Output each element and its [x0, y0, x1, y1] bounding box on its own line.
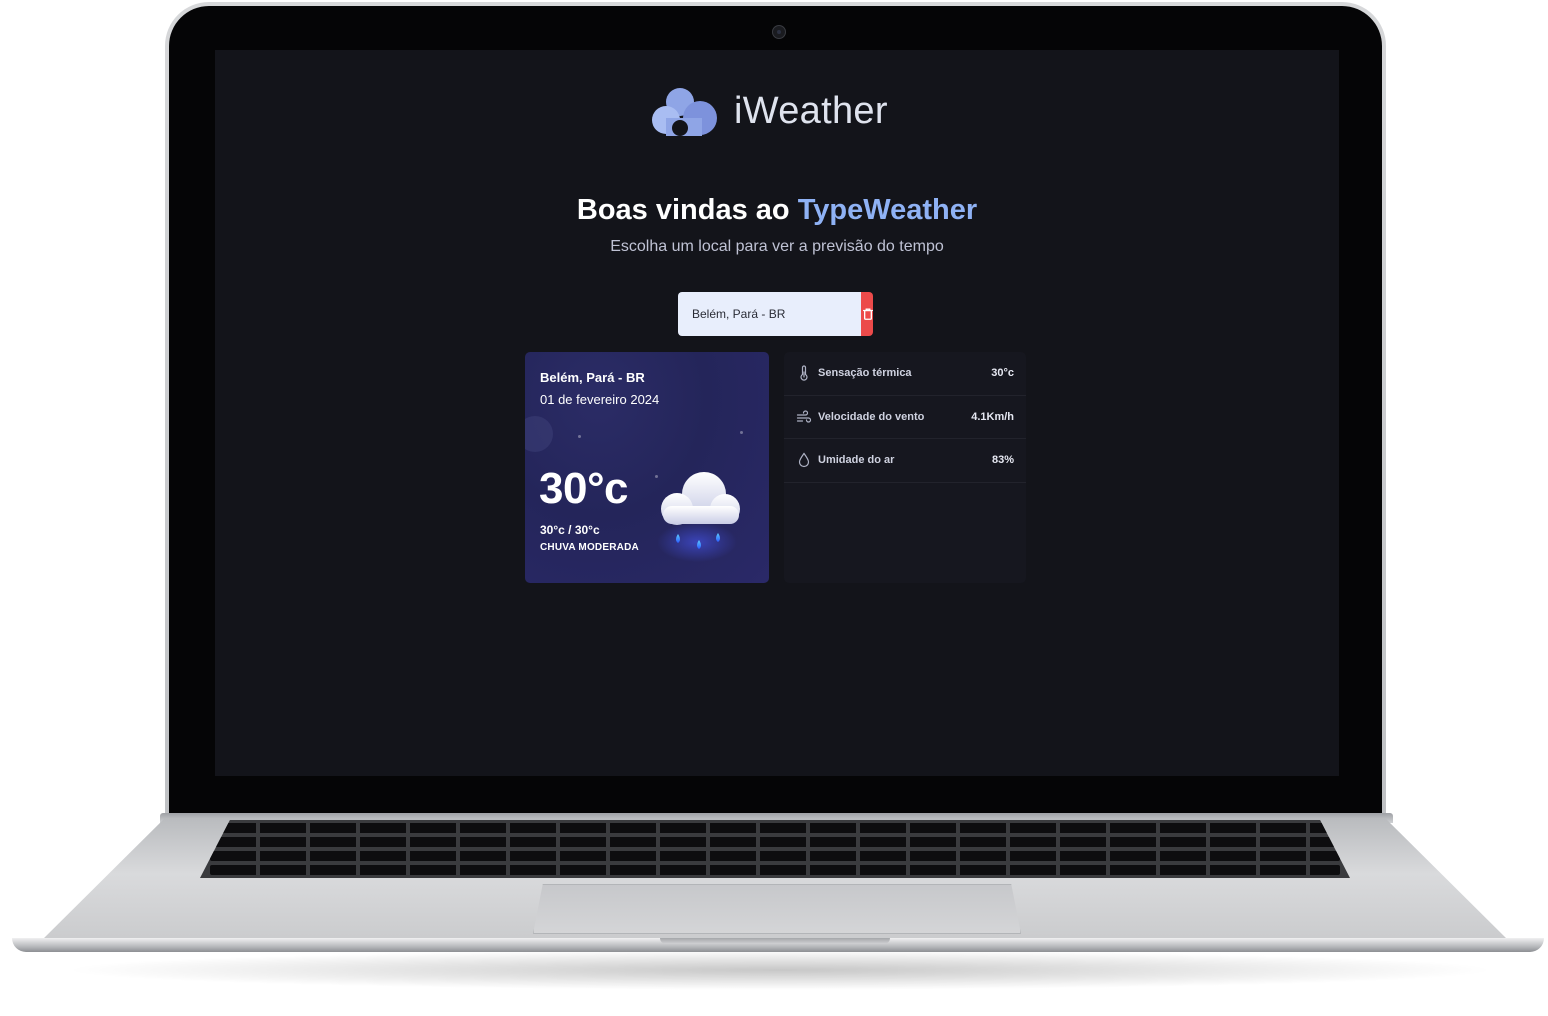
- app-name: iWeather: [734, 89, 888, 132]
- laptop-notch: [660, 938, 890, 944]
- decor-blob: [525, 416, 553, 452]
- detail-value: 4.1Km/h: [971, 410, 1014, 423]
- weather-date: 01 de fevereiro 2024: [540, 392, 660, 407]
- page-title: Boas vindas ao TypeWeather: [215, 194, 1339, 227]
- weather-min-max: 30°c / 30°c: [540, 523, 600, 537]
- weather-details-panel: Sensação térmica 30°c Velocidade do vent…: [784, 352, 1026, 583]
- cloud-logo-icon: [652, 88, 717, 136]
- app-screen: iWeather Boas vindas ao TypeWeather Esco…: [215, 50, 1339, 776]
- droplet-icon: [796, 452, 812, 468]
- app-logo: iWeather: [650, 84, 888, 138]
- location-search: [678, 292, 873, 336]
- laptop-mockup: iWeather Boas vindas ao TypeWeather Esco…: [0, 0, 1548, 1016]
- detail-row-humidity: Umidade do ar 83%: [784, 439, 1026, 483]
- page-subtitle: Escolha um local para ver a previsão do …: [610, 238, 944, 255]
- clear-location-button[interactable]: [861, 292, 873, 336]
- laptop-shadow: [60, 950, 1500, 990]
- title-accent: TypeWeather: [797, 194, 978, 226]
- trash-icon: [862, 308, 873, 320]
- title-prefix: Boas vindas ao: [576, 194, 798, 226]
- key-row: [210, 851, 1340, 861]
- weather-description: CHUVA MODERADA: [540, 542, 639, 553]
- detail-label: Umidade do ar: [818, 454, 895, 467]
- wind-icon: [796, 409, 812, 425]
- key-row: [210, 837, 1340, 847]
- weather-city: Belém, Pará - BR: [540, 370, 645, 385]
- key-row: [210, 823, 1340, 833]
- key-row: [210, 865, 1340, 875]
- weather-temperature: 30°c: [539, 464, 629, 513]
- location-input[interactable]: [678, 292, 861, 336]
- detail-label: Velocidade do vento: [818, 410, 925, 423]
- thermometer-icon: [796, 365, 812, 381]
- weather-card: Belém, Pará - BR 01 de fevereiro 2024 30…: [525, 352, 769, 583]
- detail-label: Sensação térmica: [818, 367, 912, 380]
- decor-star: [740, 431, 743, 434]
- keyboard: [200, 820, 1350, 878]
- rain-cloud-icon: [657, 472, 740, 562]
- detail-row-wind-speed: Velocidade do vento 4.1Km/h: [784, 396, 1026, 439]
- trackpad: [533, 884, 1021, 934]
- laptop-bezel: iWeather Boas vindas ao TypeWeather Esco…: [169, 6, 1382, 817]
- camera-icon: [772, 25, 786, 39]
- detail-value: 83%: [991, 454, 1014, 467]
- detail-value: 30°c: [991, 367, 1014, 380]
- detail-row-thermal-sensation: Sensação térmica 30°c: [784, 352, 1026, 396]
- decor-star: [578, 435, 581, 438]
- laptop-lid: iWeather Boas vindas ao TypeWeather Esco…: [165, 2, 1386, 817]
